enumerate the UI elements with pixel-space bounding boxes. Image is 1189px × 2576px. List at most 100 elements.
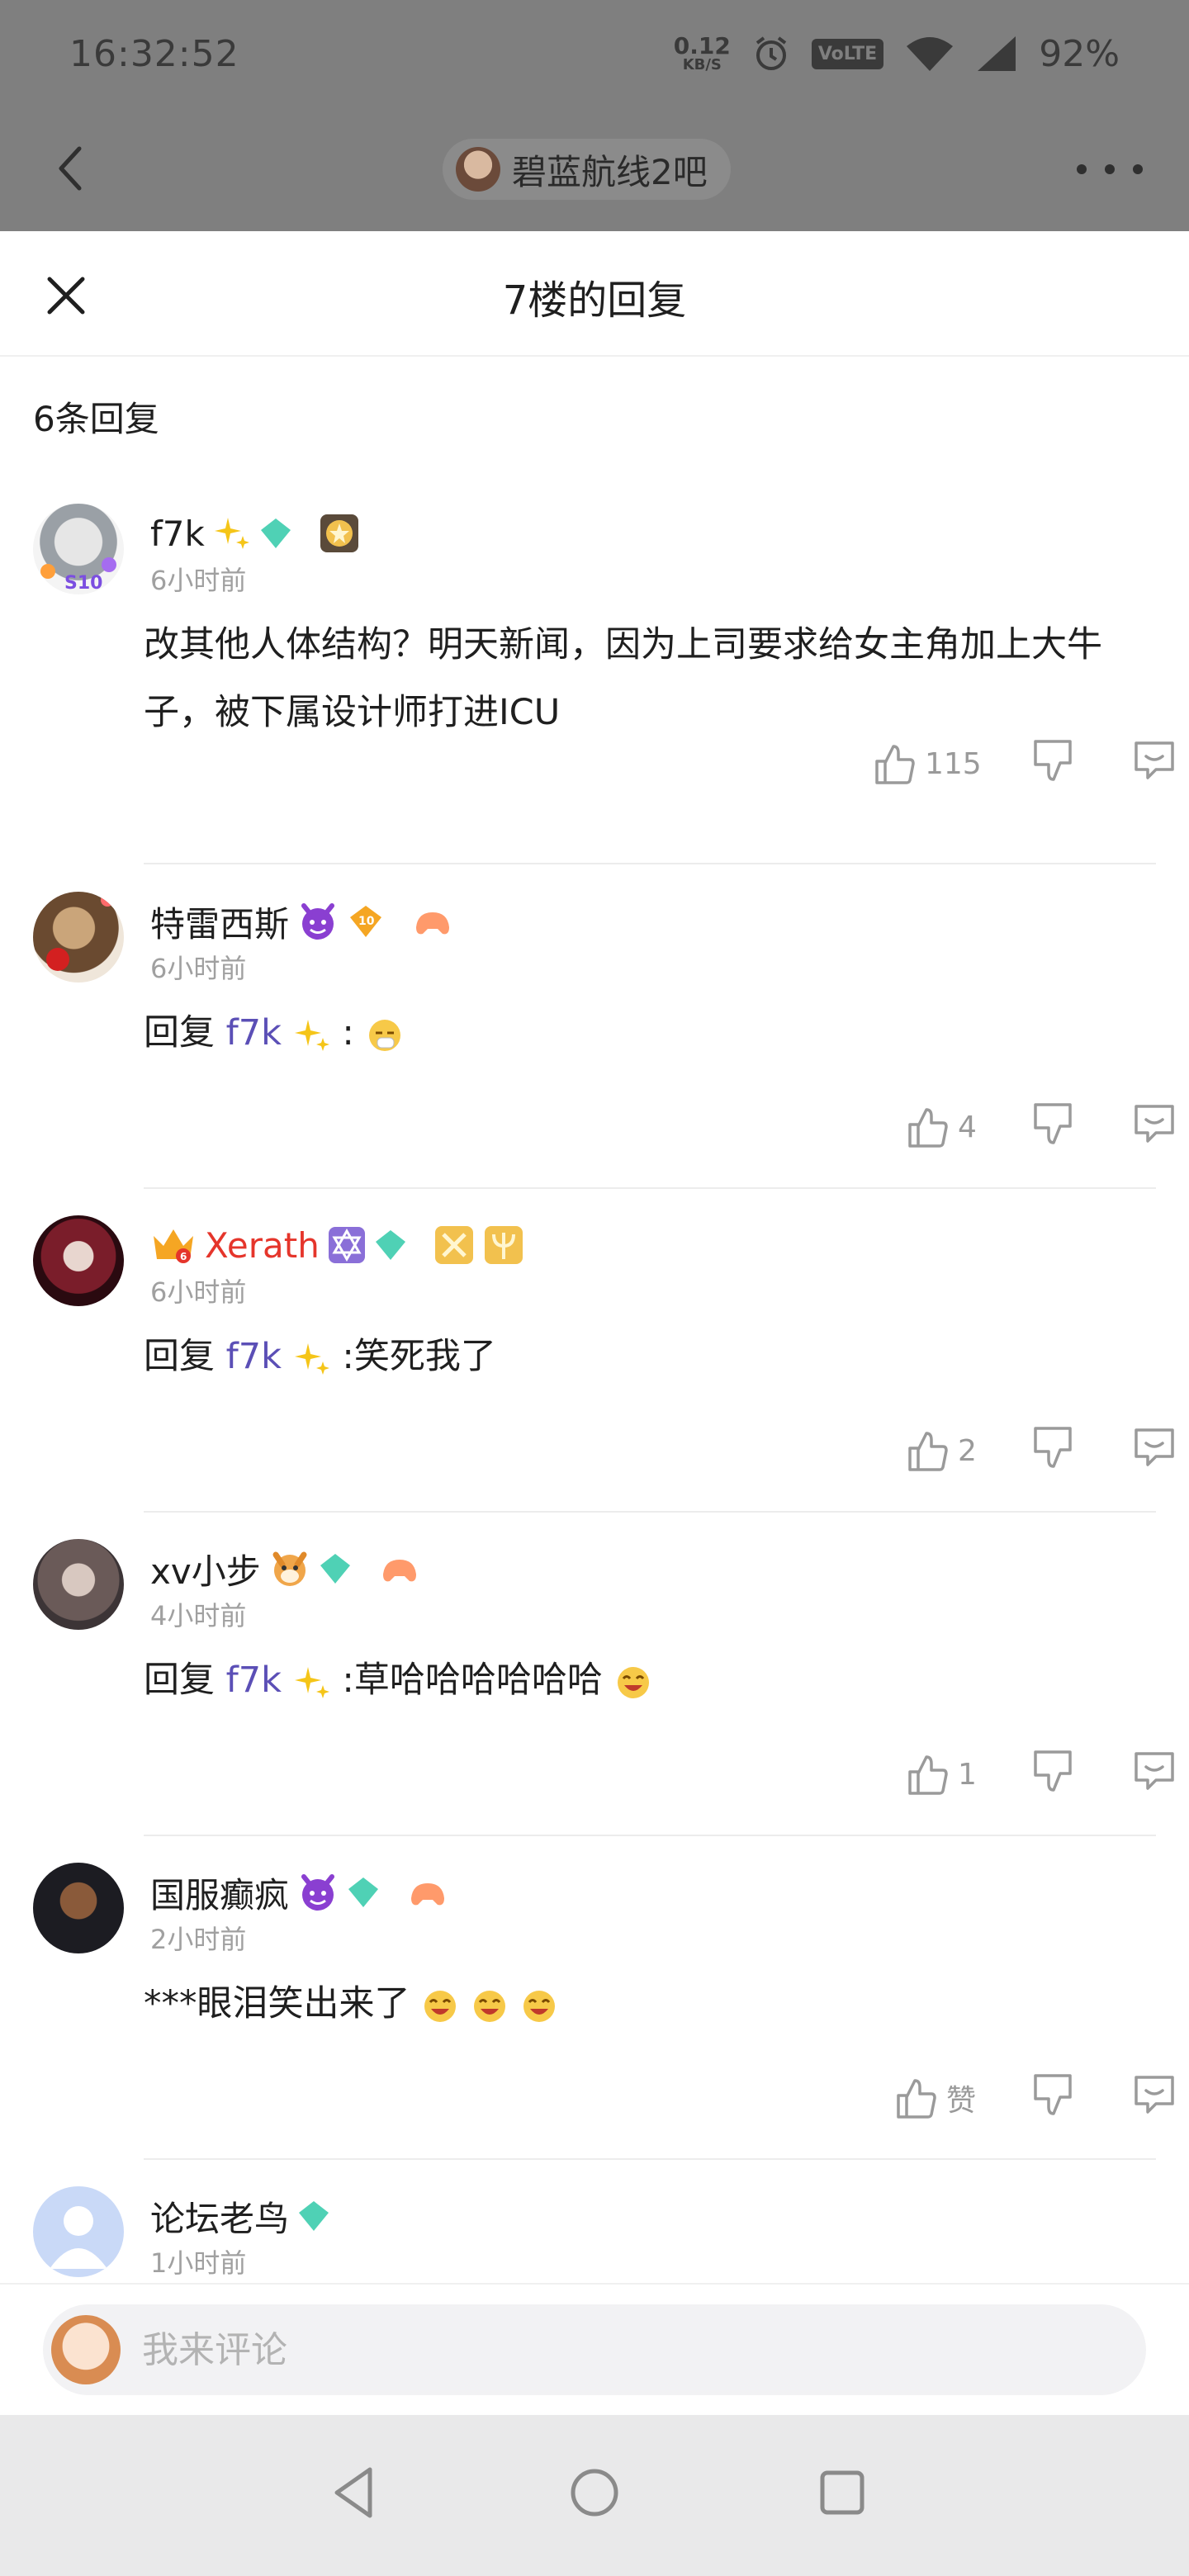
devil-emoji-icon [301, 903, 335, 940]
username[interactable]: 国服癫疯 [150, 1868, 289, 1918]
laughing-emoji-icon [424, 1990, 457, 2022]
username[interactable]: xv小步 [150, 1544, 261, 1594]
reply-bubble-icon[interactable] [1131, 1098, 1177, 1156]
nav-recents-icon[interactable] [816, 2463, 869, 2522]
net-speed: 0.12 KB/S [674, 35, 731, 73]
comment-content: 回复 f7k :笑死我了 [144, 1323, 1151, 1390]
like-count: 4 [958, 1110, 977, 1144]
comment-item: 特雷西斯 10 6小时前 回复 f7k : 4 [0, 892, 1189, 1189]
thumbs-down-icon[interactable] [1030, 2069, 1075, 2127]
yellow-badge-icon [434, 1226, 473, 1264]
username-line: xv小步 [150, 1546, 421, 1592]
diamond-level-badge [260, 519, 291, 548]
diamond-level-badge [348, 1878, 379, 1907]
sparkles-icon [214, 518, 249, 549]
net-speed-value: 0.12 [673, 32, 731, 59]
like-count: 1 [958, 1757, 977, 1792]
signal-icon [978, 36, 1016, 71]
comment-content: ***眼泪笑出来了 [144, 1970, 1151, 2038]
thumbs-down-icon[interactable] [1030, 735, 1075, 793]
avatar[interactable] [33, 2186, 124, 2277]
username-line: f7k [150, 510, 360, 556]
username-line: 6 Xerath [150, 1222, 524, 1268]
back-chevron-icon[interactable] [46, 142, 99, 195]
comment-input[interactable] [142, 2328, 1050, 2371]
reply-text: ***眼泪笑出来了 [144, 1983, 410, 2024]
reply-bubble-icon[interactable] [1131, 1422, 1177, 1480]
thumbs-up-icon [875, 745, 915, 784]
like-button[interactable]: 1 [905, 1745, 977, 1803]
svg-text:S10: S10 [64, 573, 102, 594]
reply-text: : [342, 1012, 354, 1054]
status-bar: 16:32:52 0.12 KB/S VoLTE 92% [0, 0, 1189, 107]
comment-actions: 2 [611, 1422, 1189, 1480]
thumbs-down-icon[interactable] [1030, 1098, 1075, 1156]
diamond-level-badge [299, 2201, 329, 2231]
nav-home-icon[interactable] [568, 2463, 621, 2522]
comment-time: 6小时前 [150, 1276, 247, 1308]
thumbs-down-icon[interactable] [1030, 1745, 1075, 1803]
reply-bubble-icon[interactable] [1131, 735, 1177, 793]
reply-bubble-icon[interactable] [1131, 2069, 1177, 2127]
like-button[interactable]: 115 [872, 735, 982, 793]
comment-actions: 115 [611, 735, 1189, 793]
sheet-header: 7楼的回复 [0, 231, 1189, 357]
gold-level-badge: 10 [350, 906, 382, 937]
username-line: 特雷西斯 10 [150, 898, 454, 945]
sheet-title: 7楼的回复 [502, 277, 687, 324]
avatar[interactable] [33, 1863, 124, 1953]
dog-emoji-icon [272, 1551, 307, 1586]
comment-content: 回复 f7k :草哈哈哈哈哈哈 [144, 1646, 1151, 1714]
system-navigation-bar [0, 2415, 1189, 2576]
comment-time: 6小时前 [150, 565, 247, 596]
reply-to-username[interactable]: f7k [226, 1336, 282, 1377]
star-of-david-icon [328, 1227, 365, 1263]
reply-prefix: 回复 [144, 1660, 215, 1701]
wifi-icon [907, 37, 954, 71]
username[interactable]: Xerath [205, 1225, 320, 1266]
forum-nav-bar: 碧蓝航线2吧 [0, 124, 1189, 215]
thumbs-down-icon[interactable] [1030, 1422, 1075, 1480]
like-count: 115 [925, 746, 982, 781]
svg-text:6: 6 [180, 1251, 187, 1262]
comment-time: 1小时前 [150, 2247, 247, 2279]
comment-input-container[interactable] [43, 2304, 1146, 2395]
diamond-level-badge [320, 1554, 350, 1584]
comment-item: 论坛老鸟 1小时前 [0, 2186, 1189, 2285]
status-time: 16:32:52 [69, 32, 239, 75]
avatar[interactable] [33, 892, 124, 983]
sparkles-icon [294, 1342, 329, 1375]
game-controller-badge-icon [416, 912, 450, 935]
reply-prefix: 回复 [144, 1012, 215, 1054]
comment-divider [144, 863, 1156, 864]
reply-to-username[interactable]: f7k [226, 1012, 282, 1054]
current-user-avatar [51, 2315, 121, 2384]
like-button[interactable]: 2 [905, 1422, 977, 1480]
username-line: 论坛老鸟 [150, 2193, 330, 2239]
username[interactable]: f7k [150, 514, 205, 554]
reply-bubble-icon[interactable] [1131, 1745, 1177, 1803]
comment-item: S10 f7k 6小时前 改其他人体结构？明天新闻，因为上司要求给女主角加上大牛… [0, 504, 1189, 850]
replies-sheet: 7楼的回复 6条回复 S10 f7k 6小时前 改其他人体结构？明天新闻，因为上… [0, 231, 1189, 2576]
sneezing-emoji-icon [368, 1019, 400, 1051]
comment-item: 6 Xerath 6小时前 回复 f7k :笑死我了 2 [0, 1215, 1189, 1513]
nav-back-icon[interactable] [327, 2463, 380, 2522]
comment-divider [144, 1835, 1156, 1836]
like-button[interactable]: 赞 [893, 2069, 976, 2127]
more-options-icon[interactable] [1077, 149, 1143, 190]
like-button[interactable]: 4 [905, 1098, 977, 1156]
laughing-emoji-icon [617, 1666, 649, 1698]
like-count: 2 [958, 1433, 977, 1468]
avatar[interactable] [33, 1215, 124, 1306]
username[interactable]: 论坛老鸟 [150, 2191, 289, 2242]
avatar[interactable]: S10 [33, 504, 124, 594]
forum-name-pill[interactable]: 碧蓝航线2吧 [443, 139, 731, 200]
comment-actions: 4 [611, 1098, 1189, 1156]
comment-time: 2小时前 [150, 1924, 247, 1955]
username[interactable]: 特雷西斯 [150, 897, 289, 947]
reply-to-username[interactable]: f7k [226, 1660, 282, 1701]
sparkles-icon [294, 1666, 329, 1698]
comment-content: 改其他人体结构？明天新闻，因为上司要求给女主角加上大牛子，被下属设计师打进ICU [144, 624, 1102, 733]
trident-badge-icon [484, 1226, 523, 1264]
avatar[interactable] [33, 1539, 124, 1630]
